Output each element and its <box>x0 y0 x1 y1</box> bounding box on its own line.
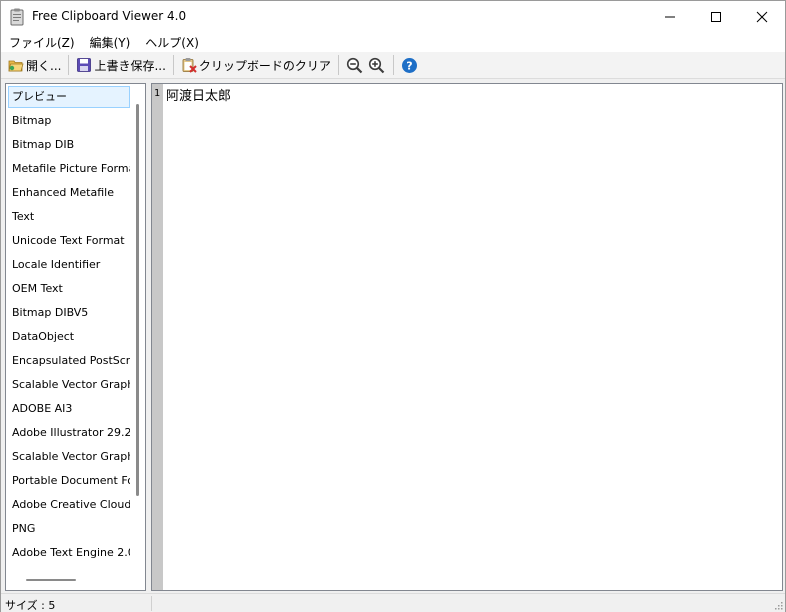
zoom-in-button[interactable] <box>366 54 388 76</box>
format-list-item[interactable]: Locale Identifier <box>8 254 130 276</box>
maximize-icon <box>711 11 721 22</box>
close-button[interactable] <box>739 1 785 32</box>
format-list-item[interactable]: Scalable Vector Graphics <box>8 446 130 468</box>
save-label: 上書き保存... <box>94 58 166 73</box>
format-list-item[interactable]: PNG <box>8 518 130 540</box>
minimize-icon <box>665 16 675 17</box>
zoom-out-button[interactable] <box>344 54 366 76</box>
format-list-item[interactable]: Unicode Text Format <box>8 230 130 252</box>
format-list-item[interactable]: OEM Text <box>8 278 130 300</box>
toolbar-separator <box>392 55 394 75</box>
save-button[interactable]: 上書き保存... <box>74 54 167 76</box>
svg-text:?: ? <box>407 59 413 72</box>
open-button[interactable]: 開く... <box>6 54 63 76</box>
menu-file[interactable]: ファイル(Z) <box>9 34 75 51</box>
app-window: Free Clipboard Viewer 4.0 ファイル(Z) 編集(Y) … <box>0 0 786 612</box>
help-icon: ? <box>402 57 418 73</box>
minimize-button[interactable] <box>647 1 693 32</box>
format-list-item[interactable]: Bitmap <box>8 110 130 132</box>
format-list-item[interactable]: Adobe Creative Cloud Js <box>8 494 130 516</box>
resize-grip-icon[interactable] <box>773 600 783 610</box>
menu-edit[interactable]: 編集(Y) <box>90 34 131 51</box>
toolbar-separator <box>68 55 70 75</box>
status-separator <box>151 596 152 611</box>
close-icon <box>756 11 768 22</box>
clear-clipboard-icon <box>182 58 197 73</box>
menu-help[interactable]: ヘルプ(X) <box>145 34 199 51</box>
horizontal-scrollbar-thumb[interactable] <box>26 579 76 581</box>
open-label: 開く... <box>26 58 62 73</box>
status-size: サイズ : 5 <box>5 599 56 612</box>
format-list[interactable]: プレビュー Bitmap Bitmap DIB Metafile Picture Fo… <box>5 83 146 591</box>
format-list-item[interactable]: Adobe Illustrator 29.2 <box>8 422 130 444</box>
format-list-item[interactable]: Enhanced Metafile <box>8 182 130 204</box>
format-list-item[interactable]: Bitmap DIBV5 <box>8 302 130 324</box>
preview-content[interactable]: 阿渡日太郎 <box>166 85 231 104</box>
toolbar-separator <box>172 55 174 75</box>
window-title: Free Clipboard Viewer 4.0 <box>32 9 187 23</box>
format-list-item[interactable]: DataObject <box>8 326 130 348</box>
format-list-item[interactable]: Adobe Text Engine 2.0 <box>8 542 130 564</box>
help-button[interactable]: ? <box>399 54 421 76</box>
format-list-item[interactable]: ADOBE AI3 <box>8 398 130 420</box>
clear-clipboard-button[interactable]: クリップボードのクリア <box>179 54 333 76</box>
floppy-disk-icon <box>77 58 92 72</box>
toolbar: 開く... 上書き保存... クリップボードのクリア ? <box>1 52 785 79</box>
format-list-item[interactable]: Metafile Picture Format <box>8 158 130 180</box>
format-list-item[interactable]: Bitmap DIB <box>8 134 130 156</box>
clipboard-app-icon <box>10 8 24 26</box>
zoom-in-icon <box>369 57 385 73</box>
line-number-gutter: 1 <box>152 84 163 590</box>
format-list-item[interactable]: Encapsulated PostScript <box>8 350 130 372</box>
zoom-out-icon <box>347 57 363 73</box>
format-list-item[interactable]: Text <box>8 206 130 228</box>
maximize-button[interactable] <box>693 1 739 32</box>
clear-clipboard-label: クリップボードのクリア <box>198 58 331 73</box>
title-bar[interactable]: Free Clipboard Viewer 4.0 <box>1 1 785 32</box>
folder-open-icon <box>8 60 24 72</box>
preview-pane[interactable]: 1 阿渡日太郎 <box>151 83 783 591</box>
format-list-item[interactable]: プレビュー <box>8 86 130 108</box>
line-number: 1 <box>154 88 161 99</box>
vertical-scrollbar-thumb[interactable] <box>136 104 139 496</box>
format-list-item[interactable]: Scalable Vector Graphics <box>8 374 130 396</box>
status-bar: サイズ : 5 <box>1 593 785 612</box>
menu-bar: ファイル(Z) 編集(Y) ヘルプ(X) <box>1 32 785 52</box>
format-list-item[interactable]: Portable Document Form <box>8 470 130 492</box>
toolbar-separator <box>337 55 339 75</box>
